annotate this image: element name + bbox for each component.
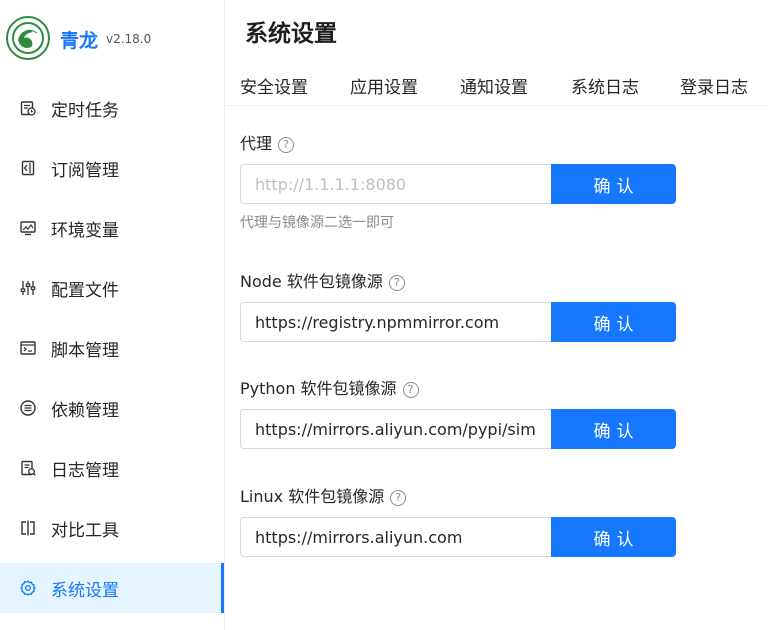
dragon-logo-icon <box>6 16 50 60</box>
subscription-icon <box>21 160 35 176</box>
sidebar-item-label: 订阅管理 <box>51 161 119 181</box>
sidebar-item-label: 对比工具 <box>51 521 119 541</box>
question-circle-icon[interactable]: ? <box>278 137 295 153</box>
sidebar-item-env[interactable]: 环境变量 <box>0 203 224 253</box>
main-content: 系统设置 安全设置 应用设置 通知设置 系统日志 登录日志 代理? 确认 代理与… <box>226 0 768 630</box>
tab-system-log[interactable]: 系统日志 <box>571 73 639 98</box>
brand: 青龙 v2.18.0 <box>0 0 225 78</box>
field-label: 代理? <box>240 130 295 154</box>
dependency-icon <box>20 400 36 416</box>
sidebar-item-config[interactable]: 配置文件 <box>0 263 224 313</box>
tab-notification[interactable]: 通知设置 <box>460 73 528 98</box>
schedule-icon <box>20 101 36 116</box>
field-label: Python 软件包镜像源? <box>240 375 419 399</box>
node-mirror-label: Node 软件包镜像源 <box>240 272 383 291</box>
sidebar-item-label: 环境变量 <box>51 221 119 241</box>
proxy-input[interactable] <box>240 164 551 204</box>
log-icon <box>21 460 36 476</box>
field-label: Linux 软件包镜像源? <box>240 483 407 507</box>
tab-security[interactable]: 安全设置 <box>240 73 308 98</box>
linux-mirror-label: Linux 软件包镜像源 <box>240 487 385 506</box>
sidebar-item-cron[interactable]: 定时任务 <box>0 83 224 133</box>
tab-application[interactable]: 应用设置 <box>350 73 418 98</box>
proxy-hint: 代理与镜像源二选一即可 <box>240 215 394 231</box>
sidebar-item-label: 脚本管理 <box>51 341 119 361</box>
python-mirror-input[interactable] <box>240 409 551 449</box>
linux-mirror-input-row: 确认 <box>240 517 676 557</box>
question-circle-icon[interactable]: ? <box>402 382 419 398</box>
diff-icon <box>21 520 35 536</box>
tab-login-log[interactable]: 登录日志 <box>680 73 748 98</box>
gear-icon <box>20 580 36 596</box>
script-icon <box>20 341 36 355</box>
question-circle-icon[interactable]: ? <box>390 490 407 506</box>
proxy-label: 代理 <box>240 134 273 153</box>
proxy-input-row: 确认 <box>240 164 676 204</box>
python-mirror-label: Python 软件包镜像源 <box>240 379 397 398</box>
sidebar-item-label: 配置文件 <box>51 281 119 301</box>
sidebar-item-dependency[interactable]: 依赖管理 <box>0 383 224 433</box>
python-mirror-input-row: 确认 <box>240 409 676 449</box>
sidebar-item-diff[interactable]: 对比工具 <box>0 503 224 553</box>
sidebar-item-label: 依赖管理 <box>51 401 119 421</box>
sidebar-item-settings[interactable]: 系统设置 <box>0 563 224 613</box>
sidebar-item-label: 日志管理 <box>51 461 119 481</box>
sidebar-item-label: 系统设置 <box>51 581 119 601</box>
brand-name: 青龙 <box>60 30 99 52</box>
sidebar-item-subscription[interactable]: 订阅管理 <box>0 143 224 193</box>
sidebar-item-log[interactable]: 日志管理 <box>0 443 224 493</box>
environment-icon <box>20 221 36 236</box>
page-title: 系统设置 <box>245 21 337 47</box>
node-mirror-confirm-button[interactable]: 确认 <box>551 302 676 342</box>
brand-version: v2.18.0 <box>106 32 152 46</box>
linux-mirror-confirm-button[interactable]: 确认 <box>551 517 676 557</box>
field-label: Node 软件包镜像源? <box>240 268 405 292</box>
config-sliders-icon <box>20 281 36 295</box>
sidebar-item-script[interactable]: 脚本管理 <box>0 323 224 373</box>
question-circle-icon[interactable]: ? <box>388 275 405 291</box>
sidebar-item-label: 定时任务 <box>51 101 119 121</box>
node-mirror-input[interactable] <box>240 302 551 342</box>
proxy-confirm-button[interactable]: 确认 <box>551 164 676 204</box>
linux-mirror-input[interactable] <box>240 517 551 557</box>
settings-tabs: 安全设置 应用设置 通知设置 系统日志 登录日志 <box>226 60 768 106</box>
sidebar: 青龙 v2.18.0 定时任务 订阅管理 环境变量 配置文件 脚本管理 依赖管理 <box>0 0 225 630</box>
python-mirror-confirm-button[interactable]: 确认 <box>551 409 676 449</box>
node-mirror-input-row: 确认 <box>240 302 676 342</box>
